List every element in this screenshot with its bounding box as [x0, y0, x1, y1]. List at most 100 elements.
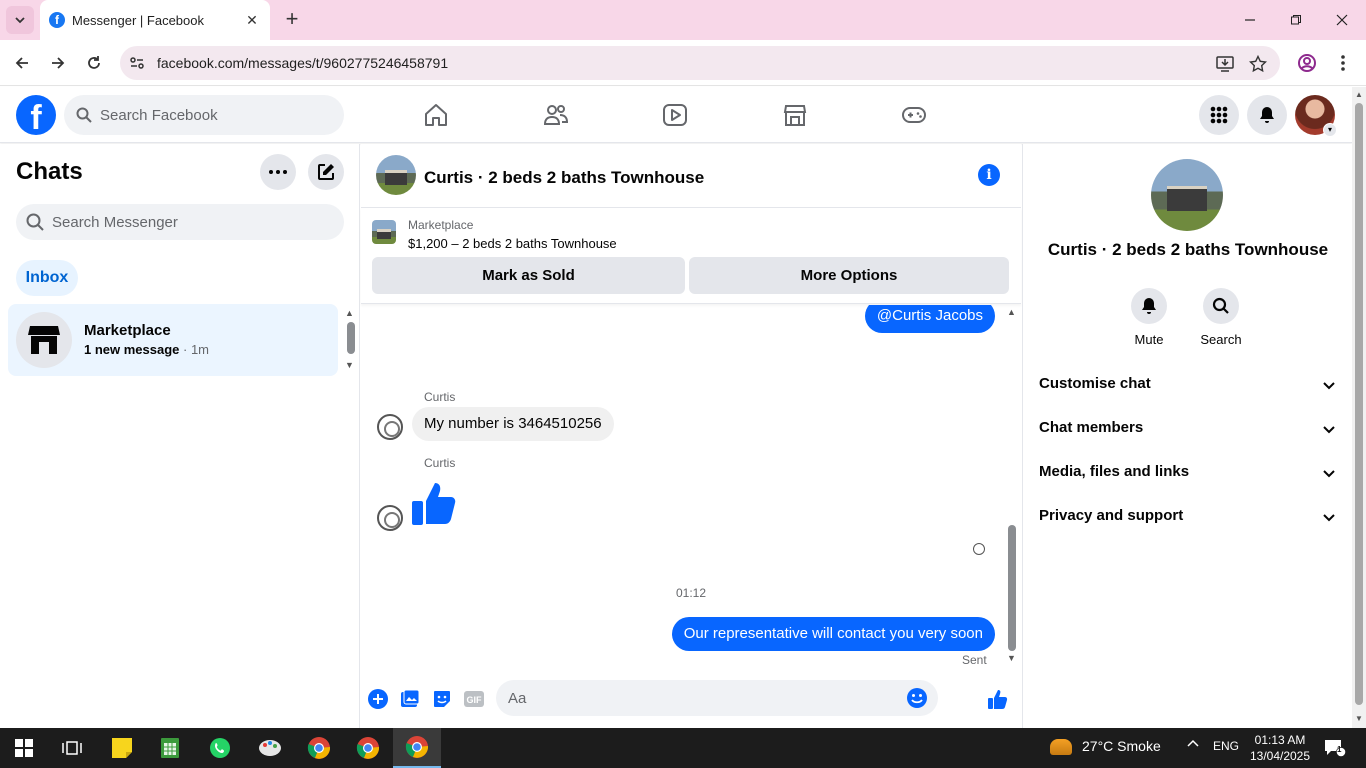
more-actions-button[interactable]: [367, 688, 389, 710]
nav-marketplace[interactable]: [781, 101, 809, 129]
conversation-item-marketplace[interactable]: Marketplace 1 new message · 1m: [8, 304, 338, 376]
message-input[interactable]: [496, 680, 938, 716]
message-text-field[interactable]: [508, 680, 908, 716]
omnibox[interactable]: facebook.com/messages/t/9602775246458791: [120, 46, 1280, 80]
language-indicator[interactable]: ENG: [1213, 739, 1239, 753]
section-media-files-links[interactable]: Media, files and links: [1031, 451, 1345, 495]
listing-thumbnail[interactable]: [372, 220, 396, 244]
conversation-avatar[interactable]: [376, 155, 416, 195]
facebook-search-input[interactable]: [100, 95, 330, 135]
tray-overflow-button[interactable]: [1186, 737, 1200, 754]
attach-photo-button[interactable]: [399, 688, 421, 710]
reload-button[interactable]: [81, 50, 107, 76]
message-bubble-incoming[interactable]: My number is 3464510256: [412, 407, 614, 441]
spreadsheet-app[interactable]: [146, 728, 194, 768]
chrome-app-active[interactable]: [393, 728, 441, 768]
thumbs-up-icon: [988, 690, 1008, 709]
sticker-button[interactable]: [431, 688, 453, 710]
menu-button[interactable]: [1199, 95, 1239, 135]
task-view-button[interactable]: [48, 728, 96, 768]
scroll-up-arrow-icon[interactable]: ▲: [345, 308, 354, 318]
install-icon: [1216, 56, 1234, 72]
browser-tab-active[interactable]: f Messenger | Facebook ✕: [40, 0, 270, 40]
nav-video[interactable]: [661, 101, 689, 129]
message-bubble-outgoing[interactable]: @Curtis Jacobs: [864, 305, 995, 333]
chats-scroll-thumb[interactable]: [347, 322, 355, 354]
messenger-search-input[interactable]: [52, 204, 332, 240]
search-in-conversation-action[interactable]: Search: [1191, 288, 1251, 347]
facebook-search[interactable]: [64, 95, 344, 135]
thumbs-up-icon[interactable]: [411, 477, 461, 527]
message-bubble-outgoing[interactable]: Our representative will contact you very…: [671, 617, 995, 651]
chrome-app[interactable]: [295, 728, 343, 768]
thread-scrollbar[interactable]: ▲ ▼: [1005, 305, 1019, 667]
mute-action[interactable]: Mute: [1119, 288, 1179, 347]
chevron-down-icon: [1323, 514, 1335, 522]
url-text: facebook.com/messages/t/9602775246458791: [157, 55, 449, 71]
section-privacy-support[interactable]: Privacy and support: [1031, 495, 1345, 539]
listing-price-title[interactable]: $1,200 – 2 beds 2 baths Townhouse: [408, 236, 617, 251]
messenger-search[interactable]: [16, 204, 344, 240]
tab-close-button[interactable]: ✕: [242, 10, 262, 30]
browser-menu-button[interactable]: [1330, 50, 1356, 76]
clock[interactable]: 01:13 AM 13/04/2025: [1248, 732, 1312, 764]
page-scroll-thumb[interactable]: [1355, 103, 1363, 705]
notification-center-button[interactable]: 1: [1324, 738, 1346, 761]
account-avatar[interactable]: ▾: [1295, 95, 1337, 137]
restore-button[interactable]: [1284, 8, 1308, 32]
emoji-icon[interactable]: [906, 687, 928, 709]
nav-friends[interactable]: [542, 101, 570, 129]
chrome-app-profile-2[interactable]: [344, 728, 392, 768]
notification-icon: [1325, 740, 1346, 757]
weather-widget[interactable]: 27°C Smoke: [1050, 738, 1161, 756]
site-settings-icon[interactable]: [128, 54, 146, 72]
nav-gaming[interactable]: [900, 101, 928, 129]
conversation-title[interactable]: Curtis · 2 beds 2 baths Townhouse: [424, 168, 704, 188]
mark-as-sold-button[interactable]: Mark as Sold: [372, 257, 685, 294]
new-tab-button[interactable]: +: [280, 8, 304, 32]
scroll-up-arrow-icon[interactable]: ▲: [1007, 307, 1016, 317]
sender-avatar[interactable]: [377, 505, 403, 531]
windows-logo-icon: [15, 739, 33, 757]
thread-scroll-thumb[interactable]: [1008, 525, 1016, 651]
scroll-down-arrow-icon[interactable]: ▼: [345, 360, 354, 370]
chats-scrollbar[interactable]: ▲ ▼: [344, 308, 356, 370]
send-like-button[interactable]: [987, 688, 1009, 710]
bookmark-button[interactable]: [1248, 54, 1268, 74]
search-icon: [26, 213, 44, 231]
facebook-header: f ▾: [0, 87, 1352, 143]
conversation-preview-text: 1 new message: [84, 342, 180, 357]
more-options-button[interactable]: More Options: [689, 257, 1009, 294]
info-icon[interactable]: i: [978, 164, 1000, 186]
grid-menu-icon: [1210, 106, 1228, 124]
paint-app[interactable]: [246, 728, 294, 768]
start-button[interactable]: [0, 728, 48, 768]
section-chat-members[interactable]: Chat members: [1031, 407, 1345, 451]
sender-avatar[interactable]: [377, 414, 403, 440]
back-button[interactable]: [9, 50, 35, 76]
chats-options-button[interactable]: [260, 154, 296, 190]
nav-home[interactable]: [422, 101, 450, 129]
sticky-notes-app[interactable]: [98, 728, 146, 768]
gif-button[interactable]: GIF: [463, 688, 485, 710]
profile-picture[interactable]: [1151, 159, 1223, 231]
forward-button[interactable]: [45, 50, 71, 76]
windows-taskbar: 27°C Smoke ENG 01:13 AM 13/04/2025 1: [0, 728, 1366, 768]
scroll-up-arrow-icon[interactable]: ▲: [1354, 90, 1364, 100]
tab-inbox[interactable]: Inbox: [16, 260, 78, 296]
scroll-down-arrow-icon[interactable]: ▼: [1354, 714, 1364, 724]
minimize-button[interactable]: [1238, 8, 1262, 32]
install-app-button[interactable]: [1215, 54, 1235, 74]
scroll-down-arrow-icon[interactable]: ▼: [1007, 653, 1016, 663]
section-customise-chat[interactable]: Customise chat: [1031, 363, 1345, 407]
new-message-button[interactable]: [308, 154, 344, 190]
page-scrollbar[interactable]: ▲ ▼: [1352, 87, 1366, 728]
whatsapp-app[interactable]: [196, 728, 244, 768]
notifications-button[interactable]: [1247, 95, 1287, 135]
tab-search-button[interactable]: [6, 6, 34, 34]
facebook-logo[interactable]: f: [16, 95, 56, 135]
plus-circle-icon: [368, 689, 388, 709]
info-panel-name[interactable]: Curtis · 2 beds 2 baths Townhouse: [1023, 240, 1353, 260]
close-window-button[interactable]: [1330, 8, 1354, 32]
profile-button[interactable]: [1294, 50, 1320, 76]
